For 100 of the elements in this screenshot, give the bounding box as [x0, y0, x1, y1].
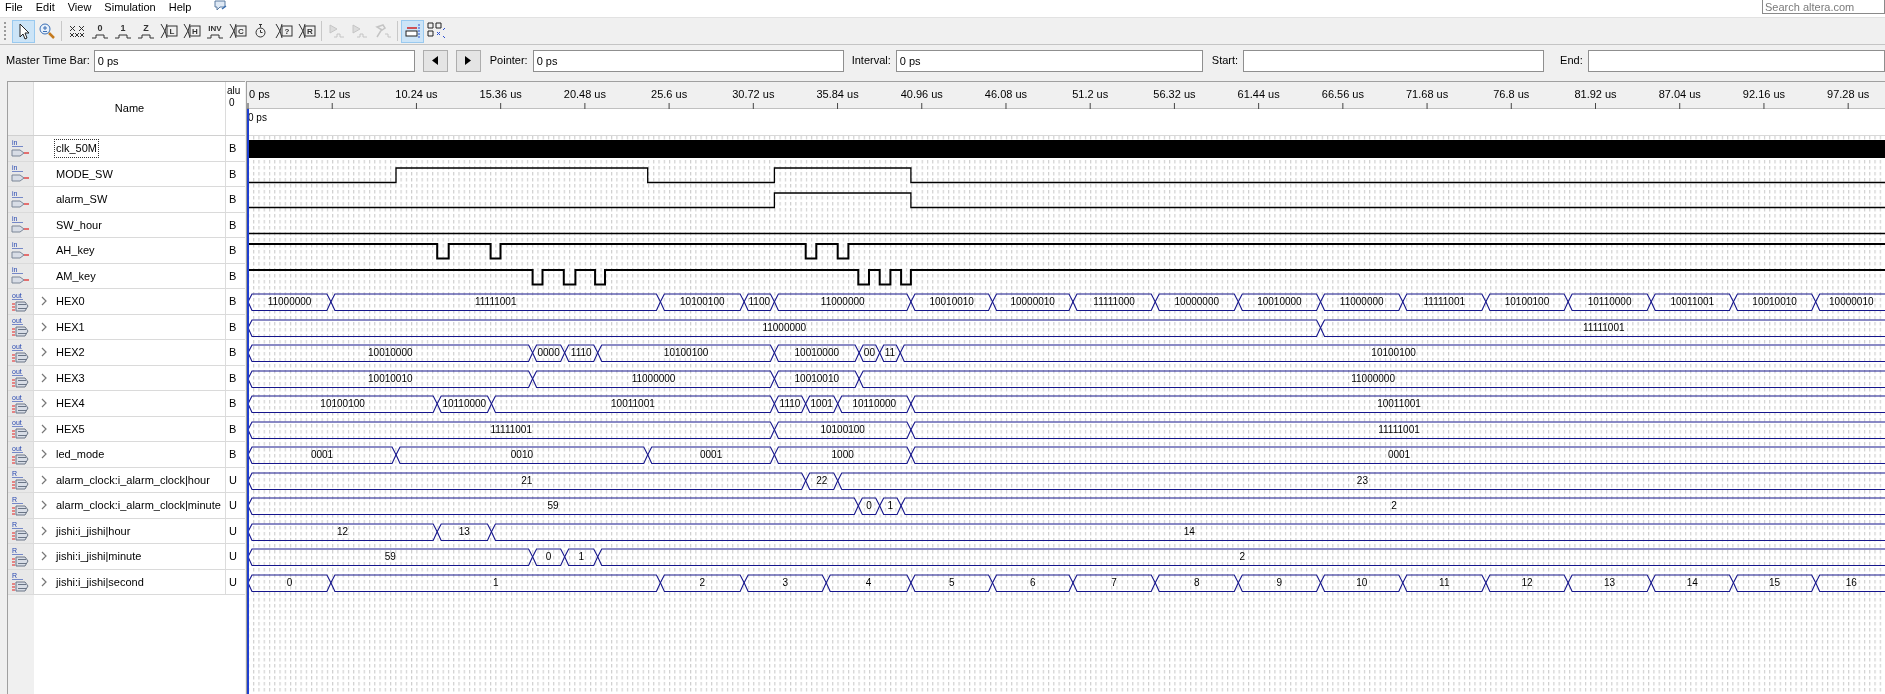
- signal-name[interactable]: clk_50M: [54, 139, 99, 158]
- bus-value: 10100100: [820, 423, 865, 435]
- signal-name[interactable]: jishi:i_jishi|minute: [54, 547, 144, 566]
- signal-name[interactable]: led_mode: [54, 445, 107, 464]
- signal-value: B: [229, 345, 237, 360]
- bus-value: 11: [1439, 576, 1450, 588]
- signal-name[interactable]: alarm_clock:i_alarm_clock|hour: [54, 470, 212, 489]
- run-waveform-icon: [350, 22, 369, 40]
- bus-value: 10100100: [663, 347, 709, 359]
- signal-name[interactable]: AH_key: [54, 241, 97, 260]
- bus-value: 10010000: [794, 347, 840, 359]
- signal-name[interactable]: HEX4: [54, 394, 87, 413]
- time-field[interactable]: 0 ps: [532, 49, 844, 72]
- bus-value: 10011001: [611, 398, 655, 410]
- chevron-right-icon[interactable]: [41, 551, 47, 562]
- signal-name[interactable]: MODE_SW: [54, 164, 115, 183]
- snap-to-grid-button[interactable]: [401, 19, 424, 43]
- bus-value: 3: [782, 576, 788, 588]
- bus-value: 23: [1356, 474, 1368, 486]
- bus-value: 11000000: [1351, 372, 1395, 384]
- bus-value: 11: [884, 347, 896, 359]
- bus-value: 16: [1845, 576, 1857, 588]
- signal-name[interactable]: SW_hour: [54, 215, 104, 234]
- bus-value: 13: [458, 525, 470, 537]
- bus-value: 1100: [748, 296, 771, 308]
- time-tick-label: 81.92 us: [1574, 87, 1617, 102]
- time-tick-label: 92.16 us: [1742, 87, 1786, 102]
- chevron-right-icon[interactable]: [41, 296, 47, 307]
- bus-value: 10000010: [1010, 296, 1055, 308]
- bus-value: 9: [1276, 576, 1283, 588]
- signal-name[interactable]: HEX0: [54, 292, 87, 311]
- previous-transition-button[interactable]: [422, 49, 448, 72]
- bus-value: 14: [1686, 576, 1698, 588]
- signal-name[interactable]: alarm_SW: [54, 190, 110, 209]
- time-field[interactable]: 0 ps: [895, 49, 1203, 72]
- chevron-right-icon[interactable]: [41, 500, 47, 511]
- run-waveform-icon: [327, 22, 346, 40]
- bus-value: 21: [521, 474, 533, 486]
- bus-value: 4: [865, 576, 872, 588]
- menu-item[interactable]: Simulation: [104, 0, 156, 13]
- chevron-right-icon[interactable]: [41, 321, 47, 332]
- signal-name[interactable]: jishi:i_jishi|second: [54, 572, 146, 591]
- signal-value: B: [229, 166, 237, 182]
- chevron-right-icon[interactable]: [41, 372, 47, 383]
- bus-value: 10100100: [1504, 296, 1550, 308]
- search-field[interactable]: Search altera.com: [1762, 0, 1885, 14]
- signal-name[interactable]: alarm_clock:i_alarm_clock|minute: [54, 496, 223, 515]
- bus-value: 11111000: [1093, 296, 1135, 308]
- snap-to-grid-icon: [403, 22, 422, 40]
- chevron-right-icon[interactable]: [41, 449, 47, 460]
- chevron-right-icon[interactable]: [41, 525, 47, 536]
- bus-value: 1: [887, 500, 894, 512]
- chevron-right-icon[interactable]: [41, 576, 47, 587]
- signal-name[interactable]: jishi:i_jishi|hour: [54, 521, 133, 540]
- time-field[interactable]: [1587, 49, 1885, 72]
- bus-value: 8: [1194, 576, 1200, 588]
- field-label: Pointer:: [489, 53, 528, 69]
- signal-name[interactable]: HEX2: [54, 343, 87, 362]
- signal-name[interactable]: HEX1: [54, 317, 87, 336]
- chevron-right-icon[interactable]: [41, 398, 47, 409]
- column-header[interactable]: alu: [227, 85, 241, 97]
- selection-tool-button[interactable]: [12, 19, 35, 43]
- bus-value: 10011001: [1670, 296, 1715, 308]
- column-header: 0: [228, 97, 235, 109]
- signal-value: B: [229, 370, 237, 386]
- time-tick-label: 0 ps: [249, 87, 270, 102]
- time-field[interactable]: [1243, 49, 1545, 72]
- time-tick-label: 30.72 us: [732, 87, 775, 102]
- chevron-right-icon[interactable]: [41, 474, 47, 485]
- signal-value: B: [229, 192, 237, 207]
- field-label: Master Time Bar:: [6, 53, 90, 69]
- signal-name[interactable]: HEX3: [54, 368, 87, 387]
- bus-value: 15: [1769, 576, 1781, 588]
- bus-value: 12: [337, 525, 349, 537]
- bus-value: 1000: [831, 449, 854, 461]
- next-transition-button[interactable]: [455, 49, 481, 72]
- signal-name[interactable]: AM_key: [54, 266, 98, 285]
- chevron-right-icon[interactable]: [41, 423, 47, 434]
- time-tick-label: 61.44 us: [1237, 87, 1280, 102]
- bus-value: 1110: [570, 347, 592, 359]
- bus-value: 11111001: [1378, 423, 1420, 435]
- column-header[interactable]: Name: [114, 100, 145, 117]
- master-time-bar-field[interactable]: 0 ps: [93, 49, 415, 72]
- bus-value: 10010000: [1257, 296, 1302, 308]
- time-tick-label: 97.28 us: [1827, 87, 1870, 102]
- bus-value: 10100100: [680, 296, 725, 308]
- bus-segment: [1815, 293, 1885, 312]
- grid-icon: [426, 22, 445, 40]
- menu-item[interactable]: View: [67, 0, 92, 13]
- chevron-right-icon[interactable]: [41, 347, 47, 358]
- menu-item[interactable]: Help: [168, 0, 192, 13]
- stopwatch-icon: [255, 24, 266, 38]
- bus-value: 6: [1029, 576, 1036, 588]
- signal-name[interactable]: HEX5: [54, 419, 87, 438]
- bus-value: 10100100: [1371, 347, 1416, 359]
- signal-value: B: [229, 243, 237, 258]
- menu-item[interactable]: Edit: [35, 0, 55, 13]
- bus-value: 1: [578, 551, 584, 563]
- bus-value: 10010000: [368, 347, 413, 359]
- menu-item[interactable]: File: [5, 0, 23, 13]
